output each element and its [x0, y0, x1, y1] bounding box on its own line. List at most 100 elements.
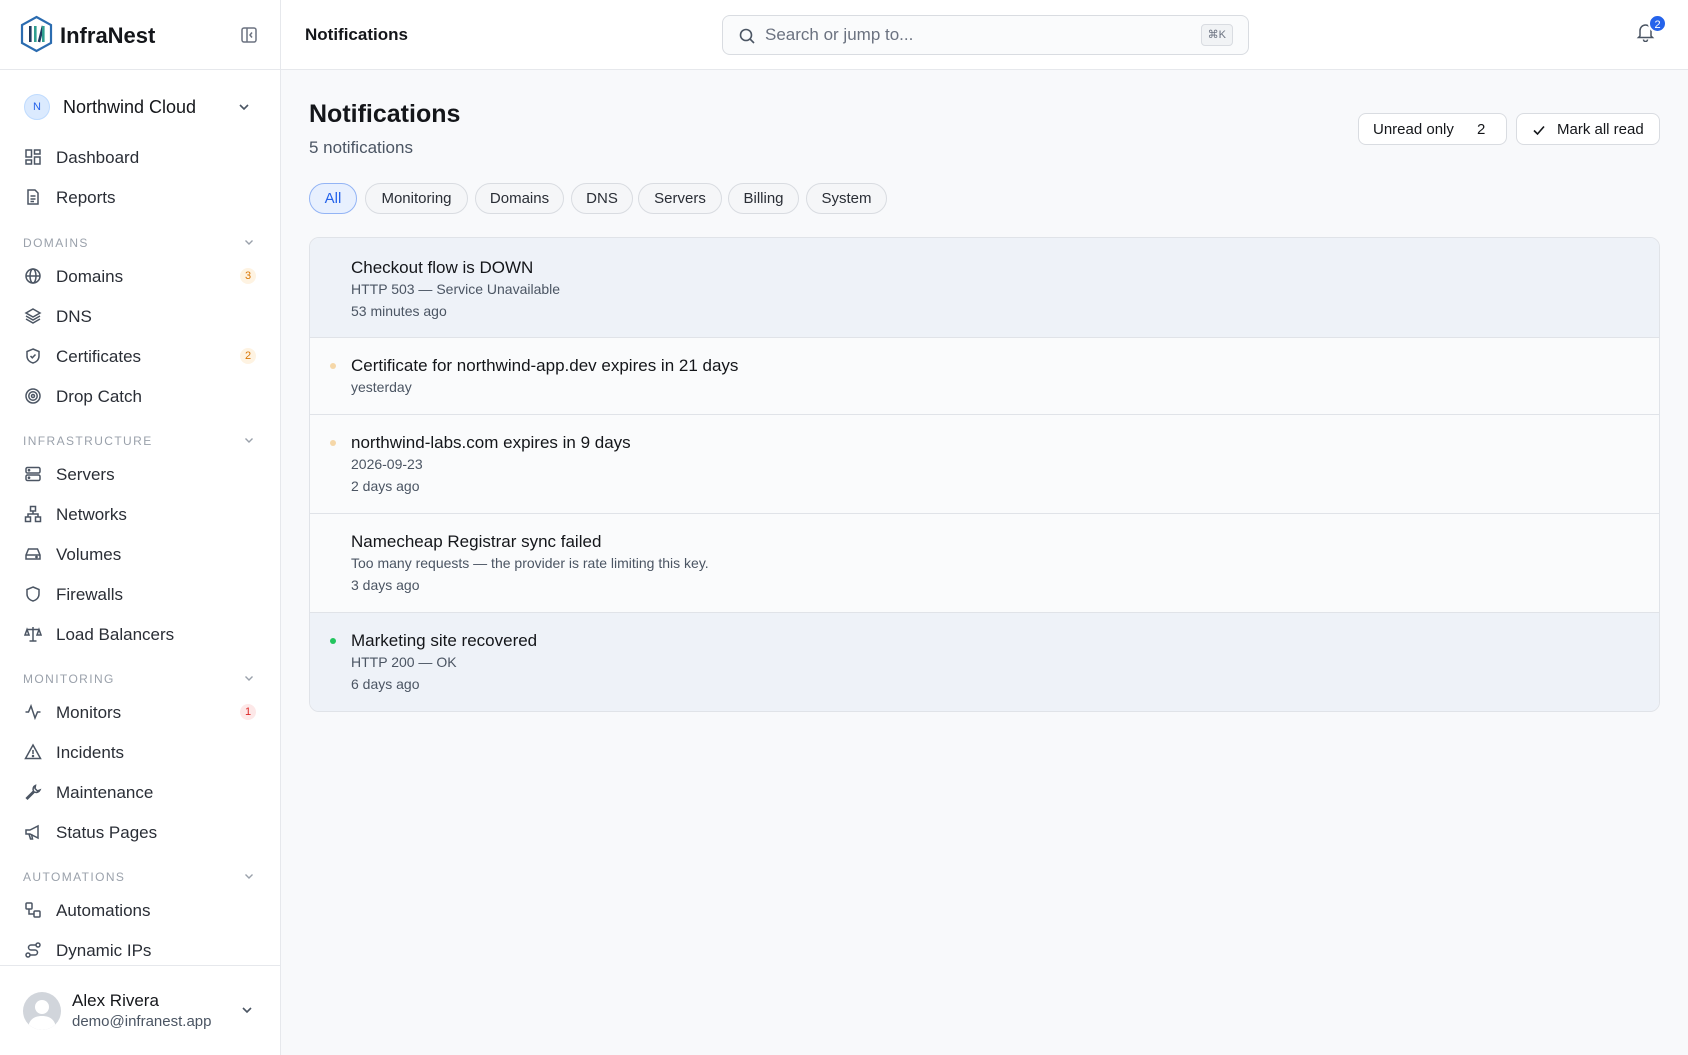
sidebar-item-label: Status Pages	[56, 823, 158, 842]
server-icon	[24, 465, 42, 483]
user-menu[interactable]: Alex Rivera demo@infranest.app	[0, 965, 280, 1055]
notification-title: Certificate for northwind-app.dev expire…	[351, 356, 739, 375]
filter-chip-dns[interactable]: DNS	[571, 183, 633, 214]
sidebar-collapse-icon[interactable]	[240, 26, 258, 44]
notification-item[interactable]: Namecheap Registrar sync failed Too many…	[310, 514, 1659, 613]
section-title: INFRASTRUCTURE	[23, 434, 153, 448]
sidebar-item-label: Automations	[56, 901, 151, 920]
scale-icon	[24, 625, 42, 643]
notification-title: northwind-labs.com expires in 9 days	[351, 433, 631, 452]
status-dot	[330, 363, 336, 369]
sidebar-item-servers[interactable]: Servers	[24, 458, 256, 490]
notification-item[interactable]: Marketing site recovered HTTP 200 — OK 6…	[310, 613, 1659, 711]
section-title: AUTOMATIONS	[23, 870, 126, 884]
filter-chip-billing[interactable]: Billing	[728, 183, 799, 214]
section-header-automations[interactable]: AUTOMATIONS	[23, 868, 255, 884]
filter-chip-monitoring[interactable]: Monitoring	[365, 183, 468, 214]
search-icon	[738, 27, 756, 45]
org-avatar: N	[24, 94, 50, 120]
sidebar-item-firewalls[interactable]: Firewalls	[24, 578, 256, 610]
sidebar-item-automations[interactable]: Automations	[24, 894, 256, 926]
warning-icon	[24, 743, 42, 761]
sidebar-item-label: Volumes	[56, 545, 122, 564]
sidebar-item-incidents[interactable]: Incidents	[24, 736, 256, 768]
megaphone-icon	[24, 823, 42, 841]
notification-time: yesterday	[351, 379, 412, 395]
search-input[interactable]	[765, 24, 1185, 46]
sidebar-item-label: Maintenance	[56, 783, 154, 802]
shield-check-icon	[24, 347, 42, 365]
app-name: InfraNest	[60, 23, 156, 48]
sidebar-item-dynamic-ips[interactable]: Dynamic IPs	[24, 934, 256, 966]
chevron-down-icon	[243, 434, 255, 446]
filter-chip-servers[interactable]: Servers	[638, 183, 722, 214]
sidebar-item-networks[interactable]: Networks	[24, 498, 256, 530]
notification-time: 3 days ago	[351, 577, 420, 593]
mark-all-read-button[interactable]: Mark all read	[1516, 113, 1660, 145]
sidebar-item-volumes[interactable]: Volumes	[24, 538, 256, 570]
document-icon	[24, 188, 42, 206]
notification-time: 53 minutes ago	[351, 303, 447, 319]
infranest-logo-icon[interactable]	[19, 15, 54, 53]
sidebar-item-dns[interactable]: DNS	[24, 300, 256, 332]
section-title: MONITORING	[23, 672, 115, 686]
dashboard-icon	[24, 148, 42, 166]
sidebar-item-load-balancers[interactable]: Load Balancers	[24, 618, 256, 650]
wrench-icon	[24, 783, 42, 801]
count-badge: 1	[240, 704, 256, 720]
chevron-down-icon	[237, 100, 251, 114]
search-bar[interactable]: ⌘K	[722, 15, 1249, 55]
filter-chip-system[interactable]: System	[806, 183, 887, 214]
notification-item[interactable]: Checkout flow is DOWN HTTP 503 — Service…	[310, 238, 1659, 338]
notification-detail: HTTP 200 — OK	[351, 654, 457, 670]
mark-all-read-label: Mark all read	[1557, 121, 1644, 138]
globe-icon	[24, 267, 42, 285]
target-icon	[24, 387, 42, 405]
network-icon	[24, 505, 42, 523]
brand: InfraNest	[0, 0, 280, 70]
sidebar-item-maintenance[interactable]: Maintenance	[24, 776, 256, 808]
sidebar: InfraNest N Northwind Cloud Dashboard Re…	[0, 0, 281, 1055]
filter-chip-domains[interactable]: Domains	[475, 183, 564, 214]
section-header-domains[interactable]: DOMAINS	[23, 234, 255, 250]
sidebar-item-label: Networks	[56, 505, 127, 524]
notification-detail: Too many requests — the provider is rate…	[351, 555, 709, 571]
sidebar-item-label: Domains	[56, 267, 124, 286]
page-title: Notifications	[309, 100, 461, 128]
sidebar-item-reports[interactable]: Reports	[24, 181, 256, 213]
section-header-monitoring[interactable]: MONITORING	[23, 670, 255, 686]
sidebar-item-label: DNS	[56, 307, 92, 326]
notification-title: Checkout flow is DOWN	[351, 258, 534, 277]
section-title: DOMAINS	[23, 236, 89, 250]
sidebar-item-label: Firewalls	[56, 585, 124, 604]
section-header-infrastructure[interactable]: INFRASTRUCTURE	[23, 432, 255, 448]
activity-icon	[24, 703, 42, 721]
notification-title: Marketing site recovered	[351, 631, 538, 650]
unread-only-label: Unread only	[1373, 121, 1454, 138]
org-switcher[interactable]: N Northwind Cloud	[24, 92, 256, 122]
chevron-down-icon	[243, 236, 255, 248]
org-name: Northwind Cloud	[63, 97, 197, 117]
sidebar-item-status-pages[interactable]: Status Pages	[24, 816, 256, 848]
status-dot	[330, 638, 336, 644]
unread-count: 2	[1477, 121, 1486, 138]
workflow-icon	[24, 901, 42, 919]
unread-only-toggle[interactable]: Unread only 2	[1358, 113, 1507, 145]
notification-item[interactable]: Certificate for northwind-app.dev expire…	[310, 338, 1659, 415]
sidebar-item-certificates[interactable]: Certificates 2	[24, 340, 256, 372]
search-shortcut: ⌘K	[1200, 24, 1233, 46]
count-badge: 3	[240, 268, 256, 284]
sidebar-item-label: Incidents	[56, 743, 125, 762]
shield-icon	[24, 585, 42, 603]
sidebar-item-domains[interactable]: Domains 3	[24, 260, 256, 292]
sidebar-item-monitors[interactable]: Monitors 1	[24, 696, 256, 728]
header-title: Notifications	[305, 25, 408, 44]
sidebar-item-label: Dashboard	[56, 148, 140, 167]
notification-item[interactable]: northwind-labs.com expires in 9 days 202…	[310, 415, 1659, 514]
sidebar-item-dashboard[interactable]: Dashboard	[24, 141, 256, 173]
notification-time: 2 days ago	[351, 478, 420, 494]
layers-icon	[24, 307, 42, 325]
filter-chip-all[interactable]: All	[309, 183, 357, 214]
notification-list: Checkout flow is DOWN HTTP 503 — Service…	[309, 237, 1660, 712]
sidebar-item-drop-catch[interactable]: Drop Catch	[24, 380, 256, 412]
